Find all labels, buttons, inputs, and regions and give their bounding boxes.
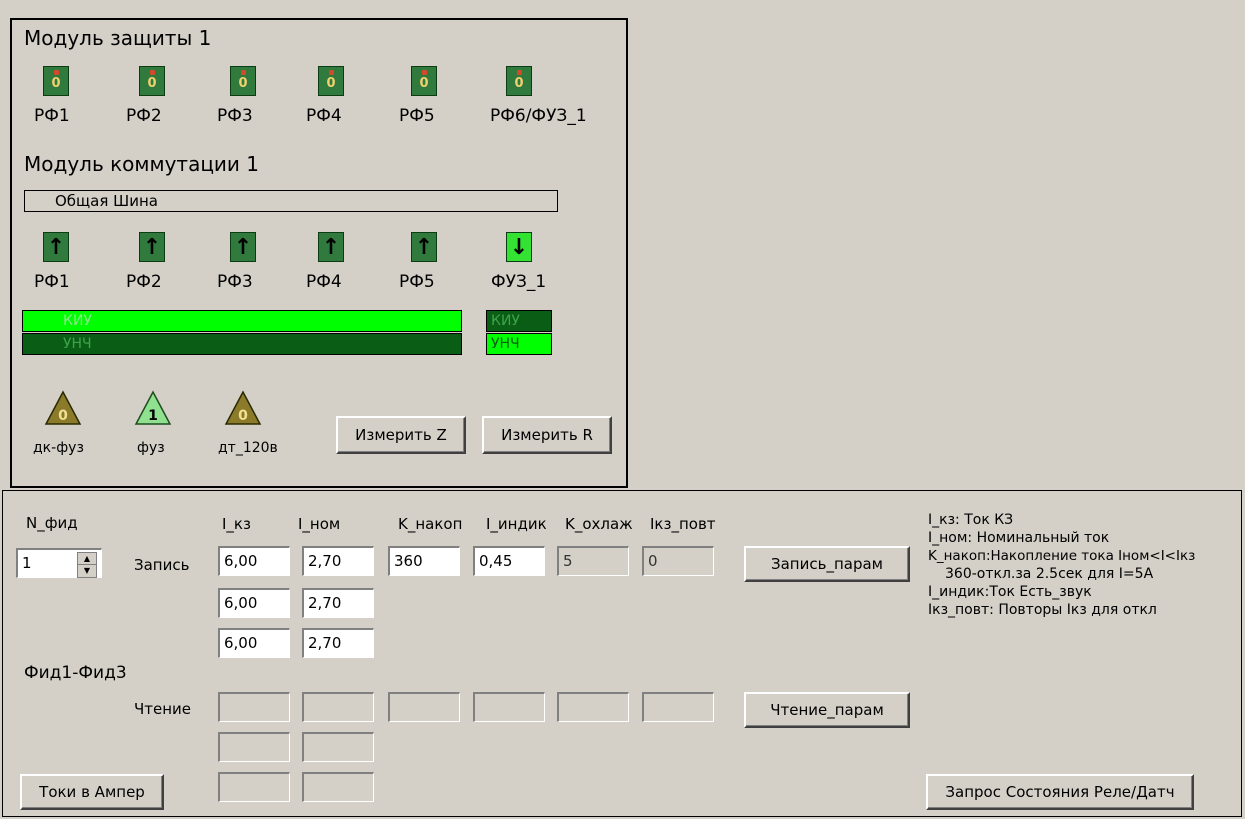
switch-arrow-down-icon: ↓ [506,232,532,262]
warning-triangle-icon: 0 [224,390,262,425]
read-iindik-field [473,692,545,722]
help-knakop: K_накоп:Накопление тока Iном<I<Iкз [928,548,1196,564]
n-fid-value: 1 [22,554,32,572]
help-inom: I_ном: Номинальный ток [928,530,1110,546]
help-ikz: I_кз: Ток КЗ [928,512,1014,528]
read-ikz-field [218,692,290,722]
help-ikzpovt: Iкз_повт: Повторы Iкз для откл [928,602,1157,618]
write-row-label: Запись [134,556,190,574]
read-ikzpovt-field [642,692,714,722]
read-row-label: Чтение [134,700,192,718]
switch-label-rf4: РФ4 [306,272,342,292]
spinner-down-button[interactable]: ▼ [77,564,97,578]
switch-arrow-up-icon: ↑ [43,232,69,262]
common-bus-label: Общая Шина [55,192,158,210]
n-fid-spinner[interactable]: 1 ▲ ▼ [16,548,102,578]
col-header-kohlazh: K_охлаж [565,515,633,533]
write-iindik-input[interactable]: 0,45 [473,546,545,576]
read-kohlazh-field [557,692,629,722]
switch-label-rf3: РФ3 [217,272,253,292]
protection-module-title: Модуль защиты 1 [24,26,212,50]
col-header-inom: I_ном [298,515,341,533]
relay-indicator-rf3: 0 [230,66,256,96]
unch-status-bar: УНЧ [22,333,462,355]
switch-arrow-up-icon: ↑ [318,232,344,262]
relay-label-rf4: РФ4 [306,106,342,126]
status-request-button[interactable]: Запрос Состояния Реле/Датч [926,774,1194,810]
help-knakop-detail: 360-откл.за 2.5сек для I=5А [945,566,1154,582]
write-inom-input-2[interactable]: 2,70 [302,588,374,618]
write-inom-input[interactable]: 2,70 [302,546,374,576]
col-header-ikzpovt: Iкз_повт [650,515,716,533]
unch-mini-indicator: УНЧ [486,333,552,355]
measure-z-button[interactable]: Измерить Z [336,416,466,454]
read-inom-field [302,692,374,722]
write-params-button[interactable]: Запись_парам [744,546,910,582]
read-ikz-field-2 [218,732,290,762]
measure-r-button[interactable]: Измерить R [482,416,612,454]
alarm-label-fuz: фуз [137,440,165,456]
svg-text:0: 0 [58,408,68,424]
relay-label-rf1: РФ1 [34,106,70,126]
read-ikz-field-3 [218,772,290,802]
relay-indicator-rf1: 0 [43,66,69,96]
switch-label-rf1: РФ1 [34,272,70,292]
relay-indicator-rf4: 0 [318,66,344,96]
write-ikz-input[interactable]: 6,00 [218,546,290,576]
read-inom-field-2 [302,732,374,762]
n-fid-label: N_фид [26,514,78,532]
svg-text:1: 1 [148,408,158,424]
commutation-module-title: Модуль коммутации 1 [24,152,260,176]
kiu-mini-indicator: КИУ [486,310,552,332]
write-ikz-input-2[interactable]: 6,00 [218,588,290,618]
switch-label-rf5: РФ5 [399,272,435,292]
switch-arrow-up-icon: ↑ [139,232,165,262]
kiu-status-bar: КИУ [22,310,462,332]
switch-arrow-up-icon: ↑ [230,232,256,262]
write-ikzpovt-field: 0 [642,546,714,576]
warning-triangle-icon: 0 [44,390,82,425]
col-header-ikz: I_кз [222,515,251,533]
relay-label-rf6: РФ6/ФУЗ_1 [490,106,587,126]
write-knakop-input[interactable]: 360 [388,546,460,576]
warning-triangle-icon: 1 [134,390,172,425]
read-params-button[interactable]: Чтение_парам [744,692,910,728]
relay-indicator-rf6: 0 [506,66,532,96]
relay-label-rf2: РФ2 [126,106,162,126]
read-knakop-field [388,692,460,722]
alarm-label-dt120: дт_120в [218,440,278,456]
help-iindik: I_индик:Ток Есть_звук [928,584,1092,600]
relay-indicator-rf5: 0 [411,66,437,96]
alarm-label-dk-fuz: дк-фуз [33,440,84,456]
relay-label-rf5: РФ5 [399,106,435,126]
col-header-knakop: K_накоп [398,515,463,533]
write-kohlazh-field: 5 [557,546,629,576]
svg-text:0: 0 [238,408,248,424]
common-bus-box: Общая Шина [24,190,558,212]
switch-arrow-up-icon: ↑ [411,232,437,262]
read-inom-field-3 [302,772,374,802]
col-header-iindik: I_индик [486,515,547,533]
relay-label-rf3: РФ3 [217,106,253,126]
switch-label-rf2: РФ2 [126,272,162,292]
write-inom-input-3[interactable]: 2,70 [302,628,374,658]
write-ikz-input-3[interactable]: 6,00 [218,628,290,658]
switch-label-fuz1: ФУЗ_1 [491,272,547,292]
currents-amp-button[interactable]: Токи в Ампер [20,774,164,810]
relay-indicator-rf2: 0 [139,66,165,96]
fid-range-label: Фид1-Фид3 [24,663,127,683]
